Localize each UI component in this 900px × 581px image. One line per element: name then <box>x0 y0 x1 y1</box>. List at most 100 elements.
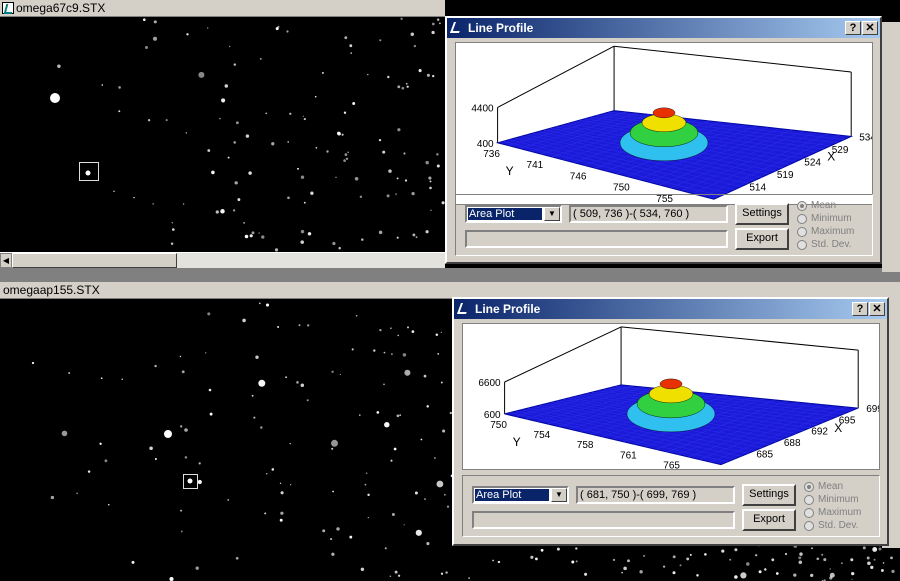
star <box>285 376 288 379</box>
star <box>315 146 318 149</box>
radio-maximum[interactable]: Maximum <box>804 506 861 519</box>
star <box>361 238 364 241</box>
star <box>378 230 383 235</box>
radio-dot <box>797 213 807 224</box>
star <box>253 416 256 419</box>
star <box>575 560 578 563</box>
star <box>184 456 188 459</box>
settings-button[interactable]: Settings <box>735 203 789 225</box>
star <box>131 560 135 564</box>
area-plot[interactable]: 4400400736741746750755509514519524529534… <box>455 42 873 205</box>
help-button[interactable]: ? <box>845 21 861 35</box>
star <box>627 559 630 563</box>
star <box>400 17 403 20</box>
plot-type-select[interactable]: Area Plot ▼ <box>472 486 569 504</box>
selection-box[interactable] <box>183 474 198 489</box>
close-button[interactable]: ✕ <box>862 21 878 35</box>
scroll-thumb[interactable] <box>12 253 177 268</box>
star <box>101 84 104 86</box>
area-plot[interactable]: 6600600750754758761765681685688692695699… <box>462 323 880 470</box>
star <box>215 210 219 214</box>
status-field <box>465 230 728 248</box>
star <box>255 355 259 359</box>
radio-maximum[interactable]: Maximum <box>797 225 854 238</box>
radio-mean[interactable]: Mean <box>804 480 843 493</box>
app-icon <box>451 22 464 35</box>
y-tick-label: 758 <box>577 440 594 451</box>
radio-std-dev[interactable]: Std. Dev. <box>797 238 851 251</box>
star <box>404 369 411 376</box>
scroll-track[interactable] <box>177 253 445 268</box>
star <box>251 231 255 235</box>
star <box>890 556 893 560</box>
scroll-left-arrow[interactable]: ◀ <box>0 253 12 268</box>
line-profile-dialog: Line Profile ? ✕ 4400 400 736 741 746 750 755 5… <box>445 16 882 264</box>
star <box>338 246 341 250</box>
export-button[interactable]: Export <box>742 509 796 531</box>
star <box>179 355 182 358</box>
y-tick-label: 741 <box>527 160 544 171</box>
radio-minimum[interactable]: Minimum <box>804 493 859 506</box>
dialog-titlebar[interactable]: Line Profile ? ✕ <box>447 18 880 38</box>
right-scrollbar-edge[interactable] <box>882 22 900 272</box>
star <box>314 95 317 98</box>
star <box>118 110 121 113</box>
star <box>331 447 334 450</box>
star <box>376 411 380 414</box>
star <box>170 242 174 245</box>
star <box>729 558 732 561</box>
selection-box[interactable] <box>79 162 99 181</box>
radio-label: Std. Dev. <box>811 239 852 250</box>
star <box>799 552 803 556</box>
star <box>297 167 299 170</box>
star <box>326 150 329 153</box>
horizontal-scrollbar[interactable]: ◀ <box>0 252 445 268</box>
radio-dot <box>804 520 814 531</box>
radio-minimum[interactable]: Minimum <box>797 212 852 225</box>
star <box>244 234 249 239</box>
star <box>433 457 436 459</box>
star <box>612 558 616 562</box>
star <box>277 326 280 328</box>
star <box>878 547 882 551</box>
image-window-titlebar[interactable]: omega67c9.STX <box>0 0 445 17</box>
star <box>436 164 440 168</box>
star <box>339 373 342 376</box>
star <box>435 333 439 337</box>
dialog-titlebar[interactable]: Line Profile ? ✕ <box>454 299 887 319</box>
star <box>388 169 392 173</box>
star <box>535 557 538 561</box>
star <box>740 572 747 579</box>
settings-button[interactable]: Settings <box>742 484 796 506</box>
x-axis-label: X <box>834 421 842 435</box>
plot-type-select[interactable]: Area Plot ▼ <box>465 205 562 223</box>
image-window-title: omega67c9.STX <box>16 1 106 15</box>
star <box>300 175 305 179</box>
star <box>154 457 157 461</box>
star <box>259 57 262 60</box>
help-button[interactable]: ? <box>852 302 868 316</box>
chevron-down-icon[interactable]: ▼ <box>551 488 567 502</box>
x-tick-label: 514 <box>749 183 766 194</box>
star <box>440 331 443 334</box>
star <box>430 209 432 211</box>
y-tick-label: 736 <box>483 149 500 160</box>
close-button[interactable]: ✕ <box>869 302 885 316</box>
star <box>307 232 312 236</box>
star <box>243 222 246 224</box>
radio-mean[interactable]: Mean <box>797 199 836 212</box>
star <box>350 52 353 54</box>
star <box>233 141 236 144</box>
star <box>411 191 415 196</box>
radio-dot <box>797 239 807 250</box>
export-button[interactable]: Export <box>735 228 789 250</box>
x-tick-label: 692 <box>811 427 828 438</box>
star <box>99 442 102 445</box>
chevron-down-icon[interactable]: ▼ <box>544 207 560 221</box>
star <box>152 203 154 205</box>
star <box>390 327 392 330</box>
star <box>584 572 588 576</box>
radio-std-dev[interactable]: Std. Dev. <box>804 519 858 532</box>
star <box>704 553 707 556</box>
star <box>232 209 236 212</box>
